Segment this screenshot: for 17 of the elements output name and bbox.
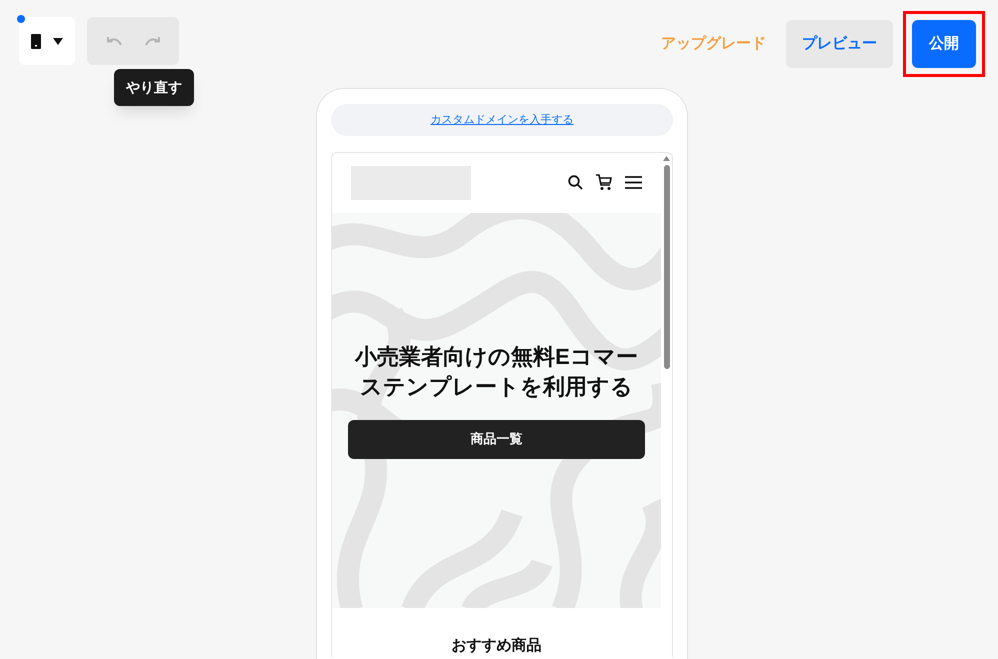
hero-title: 小売業者向けの無料Eコマーステンプレートを利用する <box>354 342 639 401</box>
publish-button[interactable]: 公開 <box>912 20 976 68</box>
undo-icon <box>106 36 122 46</box>
redo-icon <box>144 36 160 46</box>
section-title: おすすめ商品 <box>452 636 542 656</box>
scroll-up-icon[interactable] <box>663 156 670 161</box>
tooltip: やり直す <box>114 69 194 106</box>
device-selector[interactable] <box>19 17 75 65</box>
product-list-button[interactable]: 商品一覧 <box>348 420 646 459</box>
domain-link[interactable]: カスタムドメインを入手する <box>430 112 574 128</box>
cart-icon[interactable] <box>596 174 612 192</box>
search-icon[interactable] <box>568 175 584 190</box>
caret-icon <box>53 38 63 44</box>
preview-button[interactable]: プレビュー <box>786 20 893 68</box>
scrollbar-thumb[interactable] <box>664 165 670 369</box>
menu-icon[interactable] <box>625 176 642 190</box>
phone-icon <box>31 34 41 48</box>
